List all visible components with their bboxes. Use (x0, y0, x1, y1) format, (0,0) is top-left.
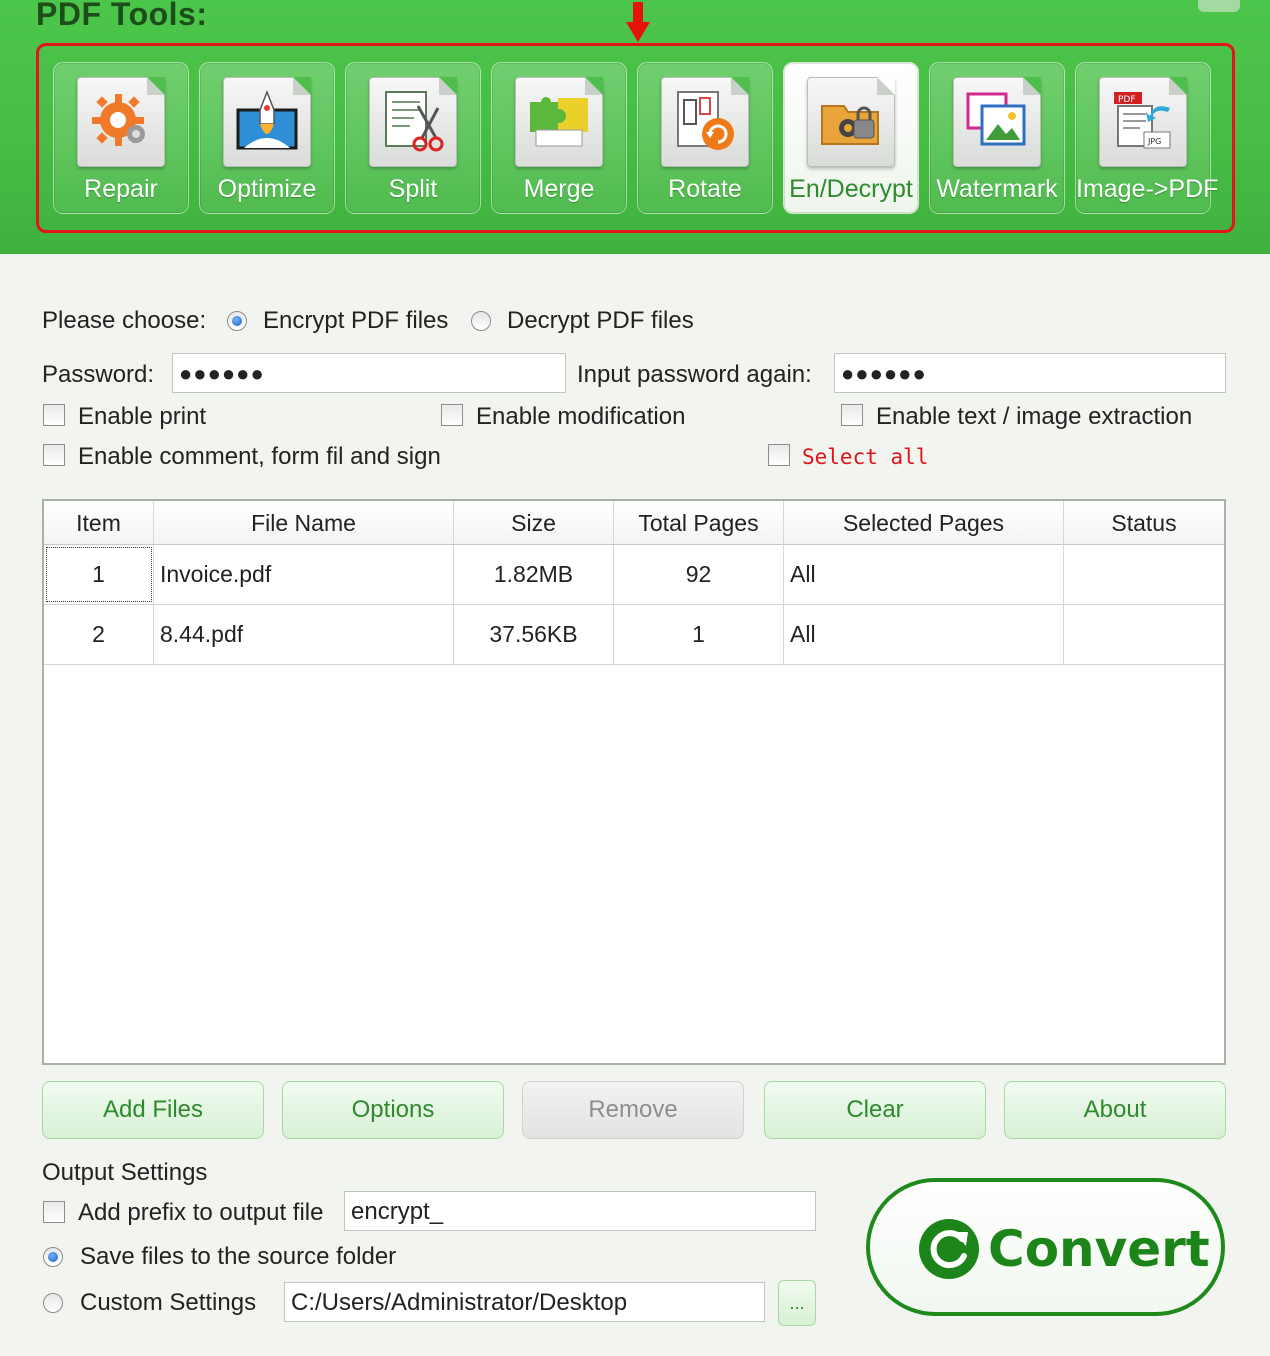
file-name-cell: 8.44.pdf (154, 605, 454, 664)
tool-label: En/Decrypt (789, 175, 913, 203)
about-button[interactable]: About (1004, 1081, 1226, 1139)
tool-image-to-pdf-button[interactable]: PDF JPG Image->PDF (1075, 62, 1219, 214)
column-header-file-name[interactable]: File Name (154, 501, 454, 545)
selected-pages-cell[interactable]: All (784, 545, 1064, 604)
enable-print-label[interactable]: Enable print (78, 403, 206, 431)
tool-label: Merge (523, 175, 595, 203)
size-cell: 1.82MB (454, 545, 614, 604)
tool-optimize-button[interactable]: Optimize (199, 62, 335, 214)
enable-comment-checkbox[interactable] (43, 444, 65, 466)
custom-settings-label[interactable]: Custom Settings (80, 1289, 256, 1317)
decrypt-radio-label[interactable]: Decrypt PDF files (507, 307, 694, 335)
convert-refresh-icon (919, 1219, 979, 1279)
total-pages-cell: 1 (614, 605, 784, 664)
total-pages-cell: 92 (614, 545, 784, 604)
add-prefix-label[interactable]: Add prefix to output file (78, 1199, 323, 1227)
selected-pages-cell[interactable]: All (784, 605, 1064, 664)
add-prefix-checkbox[interactable] (43, 1201, 65, 1223)
select-all-checkbox[interactable] (768, 444, 790, 466)
prefix-input[interactable]: encrypt_ (344, 1191, 816, 1231)
file-table[interactable]: Item File Name Size Total Pages Selected… (42, 499, 1226, 1065)
tool-merge-button[interactable]: Merge (491, 62, 627, 214)
enable-comment-label[interactable]: Enable comment, form fil and sign (78, 443, 441, 471)
size-cell: 37.56KB (454, 605, 614, 664)
enable-extraction-label[interactable]: Enable text / image extraction (876, 403, 1192, 431)
tool-watermark-button[interactable]: Watermark (929, 62, 1065, 214)
column-header-item[interactable]: Item (44, 501, 154, 545)
item-cell: 2 (44, 605, 154, 664)
tool-split-button[interactable]: Split (345, 62, 481, 214)
optimize-rocket-icon (236, 89, 298, 150)
browse-button[interactable]: ... (778, 1280, 816, 1326)
options-button[interactable]: Options (282, 1081, 504, 1139)
password-field[interactable]: ●●●●●● (172, 353, 566, 393)
decrypt-radio[interactable] (471, 311, 491, 331)
table-row[interactable]: 2 8.44.pdf 37.56KB 1 All (44, 605, 1224, 665)
output-path-input[interactable]: C:/Users/Administrator/Desktop (284, 1282, 765, 1322)
encrypt-radio[interactable] (227, 311, 247, 331)
rotate-icon (677, 91, 734, 150)
save-to-source-radio[interactable] (43, 1247, 63, 1267)
tool-en-decrypt-button[interactable]: En/Decrypt (783, 62, 919, 214)
select-all-label[interactable]: Select all (802, 445, 928, 469)
encrypt-lock-icon (821, 105, 879, 145)
remove-button[interactable]: Remove (522, 1081, 744, 1139)
watermark-icon (966, 92, 1026, 146)
output-settings-label: Output Settings (42, 1159, 208, 1186)
add-files-button[interactable]: Add Files (42, 1081, 264, 1139)
custom-settings-radio[interactable] (43, 1293, 63, 1313)
column-header-selected-pages[interactable]: Selected Pages (784, 501, 1064, 545)
save-to-source-label[interactable]: Save files to the source folder (80, 1243, 396, 1271)
svg-text:PDF: PDF (1118, 95, 1136, 105)
convert-button[interactable]: Convert (866, 1178, 1225, 1316)
tool-label: Rotate (668, 175, 742, 203)
status-cell (1064, 545, 1224, 604)
header-corner-tab (1198, 0, 1240, 12)
tool-label: Repair (84, 175, 158, 203)
tool-label: Optimize (217, 175, 317, 203)
split-scissors-icon (385, 91, 444, 152)
enable-print-checkbox[interactable] (43, 404, 65, 426)
clear-button[interactable]: Clear (764, 1081, 986, 1139)
tool-rotate-button[interactable]: Rotate (637, 62, 773, 214)
convert-label: Convert (988, 1220, 1210, 1278)
column-header-status[interactable]: Status (1064, 501, 1224, 545)
tool-label: Watermark (936, 175, 1058, 203)
pdf-tools-title: PDF Tools: (36, 0, 208, 32)
password-again-field[interactable]: ●●●●●● (834, 353, 1226, 393)
repair-gear-icon (92, 94, 145, 146)
password-again-label: Input password again: (577, 361, 812, 388)
enable-modification-label[interactable]: Enable modification (476, 403, 685, 431)
please-choose-label: Please choose: (42, 307, 207, 334)
file-name-cell: Invoice.pdf (154, 545, 454, 604)
item-cell: 1 (44, 545, 154, 604)
enable-extraction-checkbox[interactable] (841, 404, 863, 426)
enable-modification-checkbox[interactable] (441, 404, 463, 426)
column-header-size[interactable]: Size (454, 501, 614, 545)
tool-label: Split (388, 175, 438, 203)
table-row[interactable]: 1 Invoice.pdf 1.82MB 92 All (44, 545, 1224, 605)
image-to-pdf-icon: PDF JPG (1114, 92, 1171, 149)
tool-label: Image->PDF (1076, 175, 1219, 203)
password-label: Password: (42, 361, 155, 388)
encrypt-radio-label[interactable]: Encrypt PDF files (263, 307, 448, 335)
svg-text:JPG: JPG (1147, 137, 1161, 146)
status-cell (1064, 605, 1224, 664)
merge-puzzle-icon (530, 97, 588, 147)
column-header-total-pages[interactable]: Total Pages (614, 501, 784, 545)
pdf-tools-header: PDF Tools: Repair Optimize Split Merge R… (0, 0, 1270, 254)
red-arrow-indicator (626, 2, 650, 44)
tool-repair-button[interactable]: Repair (53, 62, 189, 214)
